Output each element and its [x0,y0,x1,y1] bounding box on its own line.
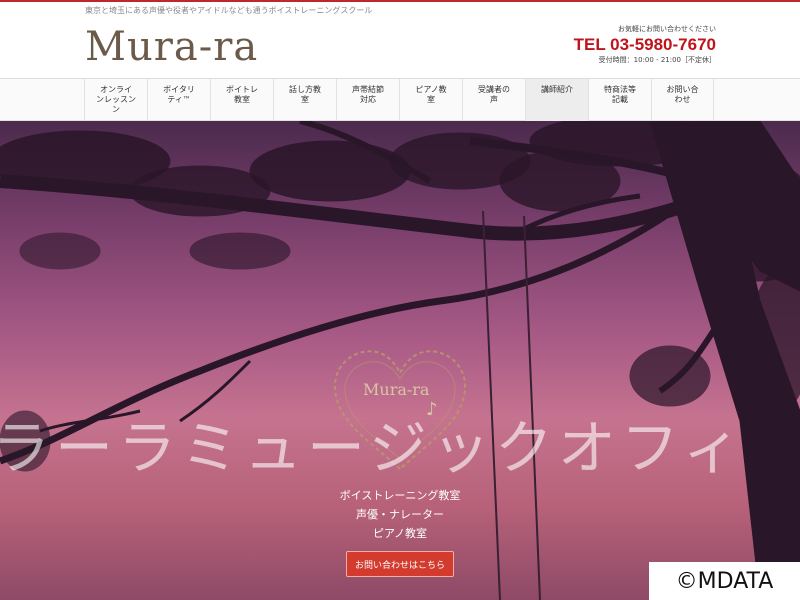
nav-item[interactable]: 講師紹介 [525,79,588,121]
hero-banner: Mura-ra ♪ ラーラミュージックオフィ ボイストレーニング教室 声優・ナレ… [0,121,800,600]
site-tagline: 東京と埼玉にある声優や役者やアイドルなども通うボイストレーニングスクール [85,6,373,15]
hero-subtitle: ボイストレーニング教室 [339,489,461,502]
contact-cta-button[interactable]: お問い合わせはこちら [346,551,454,577]
nav-item-label: 受講者の 声 [478,85,510,104]
nav-item-label: 声帯結節 対応 [352,85,384,104]
site-logo[interactable]: Mura-ra [85,24,258,70]
nav-item-label: オンライ ンレッスン ン [96,85,136,114]
nav-item-label: お問い合 わせ [666,85,699,104]
copyright-watermark: ©MDATA [649,562,800,600]
main-navigation: オンライ ンレッスン ン ボイタリ ティ™ ボイトレ 教室 話し方教 室 声帯結節 対応… [0,78,800,121]
nav-item[interactable]: 声帯結節 対応 [336,79,399,121]
hero-subtitle: ピアノ教室 [372,527,427,540]
emblem-logo-text: Mura-ra [363,380,430,399]
nav-item[interactable]: ピアノ教 室 [399,79,462,121]
nav-item[interactable]: ボイタリ ティ™ [147,79,210,121]
nav-item-label: ピアノ教 室 [415,85,447,104]
nav-item[interactable]: 話し方教 室 [273,79,336,121]
nav-item-label: 講師紹介 [541,85,573,94]
nav-item[interactable]: 特商法等 記載 [588,79,651,121]
nav-item-label: ボイタリ ティ™ [163,85,195,104]
hero-subtitles: ボイストレーニング教室 声優・ナレーター ピアノ教室 [320,486,480,543]
phone-number[interactable]: TEL 03-5980-7670 [574,35,716,55]
nav-item[interactable]: ボイトレ 教室 [210,79,273,121]
nav-item[interactable]: オンライ ンレッスン ン [84,79,147,121]
nav-item[interactable]: お問い合 わせ [651,79,714,121]
contact-block: お気軽にお問い合わせください TEL 03-5980-7670 受付時間：10:… [574,24,716,65]
hero-subtitle: 声優・ナレーター [356,508,444,521]
nav-item-label: ボイトレ 教室 [226,85,258,104]
nav-item-label: 話し方教 室 [289,85,321,104]
contact-note: お気軽にお問い合わせください [618,25,716,33]
nav-item-label: 特商法等 記載 [604,85,636,104]
site-header: 東京と埼玉にある声優や役者やアイドルなども通うボイストレーニングスクール Mur… [0,2,800,78]
nav-item[interactable]: 受講者の 声 [462,79,525,121]
business-hours: 受付時間：10:00 - 21:00［不定休］ [598,56,716,64]
hero-title: ラーラミュージックオフィ [0,414,746,482]
